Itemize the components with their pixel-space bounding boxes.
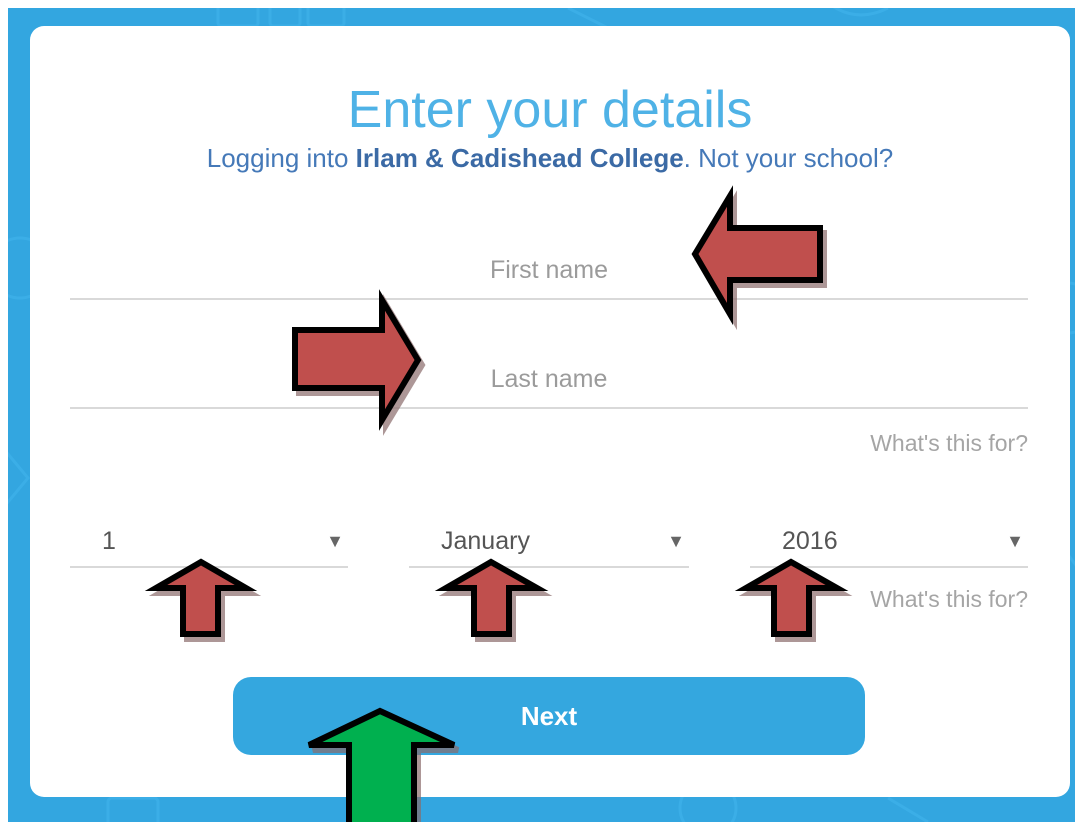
chevron-down-icon: ▼: [326, 530, 344, 551]
page-title: Enter your details: [347, 81, 753, 139]
school-name: Irlam & Cadishead College: [355, 143, 684, 173]
not-your-school-link[interactable]: . Not your school?: [684, 143, 894, 173]
chevron-down-icon: ▼: [1006, 530, 1024, 551]
whats-this-for-link-dob[interactable]: What's this for?: [870, 586, 1028, 613]
first-name-input[interactable]: [70, 242, 1028, 300]
login-card: Enter your details Logging into Irlam & …: [30, 26, 1070, 797]
dob-year-value: 2016: [782, 526, 838, 555]
last-name-input[interactable]: [70, 351, 1028, 409]
next-button[interactable]: Next: [233, 677, 865, 755]
subtitle-prefix: Logging into: [206, 143, 356, 173]
whats-this-for-link-name[interactable]: What's this for?: [870, 430, 1028, 457]
dob-month-select[interactable]: January ▼: [409, 516, 689, 568]
dob-day-select[interactable]: 1 ▼: [70, 516, 348, 568]
dob-day-value: 1: [102, 526, 116, 555]
school-subtitle: Logging into Irlam & Cadishead College. …: [30, 145, 1070, 171]
chevron-down-icon: ▼: [667, 530, 685, 551]
dob-year-select[interactable]: 2016 ▼: [750, 516, 1028, 568]
dob-month-value: January: [441, 526, 530, 555]
